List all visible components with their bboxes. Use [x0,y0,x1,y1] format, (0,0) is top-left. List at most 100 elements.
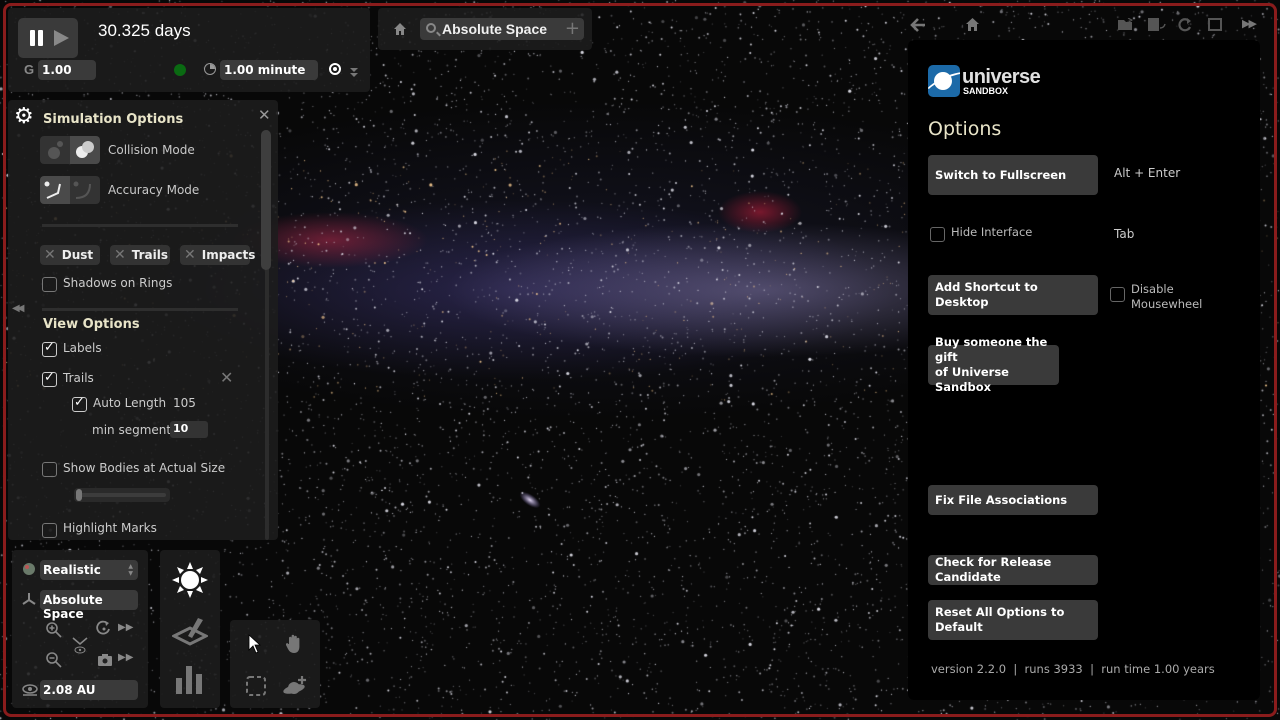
label-line: Disable [1131,282,1174,296]
fullscreen-button[interactable]: Switch to Fullscreen [928,155,1098,195]
save-icon[interactable] [1148,18,1166,32]
zoom-in-icon[interactable] [46,622,62,638]
disable-mousewheel-label: Disable Mousewheel [1131,282,1202,312]
x-icon: ✕ [114,247,126,263]
trails-toggle[interactable]: ✕ Trails [110,245,170,265]
section-divider [42,224,238,227]
universe-sandbox-logo: universe SANDBOX [928,65,1041,97]
hand-icon[interactable] [286,634,304,654]
close-icon[interactable]: ✕ [258,106,271,124]
hide-interface-shortcut: Tab [1114,227,1135,241]
rotate-camera-icon[interactable] [96,620,112,640]
planet-logo-icon [928,65,960,97]
auto-length-checkbox[interactable] [72,395,87,412]
separate-bodies-icon [48,141,63,159]
view-angle-icon[interactable] [72,636,88,656]
add-body-icon[interactable] [282,674,308,696]
smooth-path-icon [73,181,91,199]
disable-mousewheel-checkbox[interactable] [1110,287,1125,302]
accuracy-mode-toggle[interactable] [40,176,100,204]
search-value: Absolute Space [442,21,548,37]
collision-mode-label: Collision Mode [108,143,195,157]
fast-forward-icon[interactable]: ▶▶ [118,652,133,663]
hide-interface-checkbox[interactable] [930,227,945,242]
slider-thumb[interactable] [76,489,82,501]
simulation-options-panel: ⚙ Simulation Options ✕ Collision Mode Ac… [8,100,278,540]
pause-icon[interactable] [30,30,44,46]
add-icon[interactable]: + [565,19,580,39]
trails-checkbox[interactable] [42,370,57,387]
home-icon[interactable] [966,18,979,31]
trails-label: Trails [63,371,94,385]
simulation-options-title: Simulation Options [43,112,184,127]
x-icon: ✕ [184,247,196,263]
reset-options-button[interactable]: Reset All Options to Default [928,600,1098,640]
zoom-out-icon[interactable] [46,652,62,668]
check-release-candidate-button[interactable]: Check for Release Candidate [928,555,1098,585]
timestep-input[interactable]: 1.00 minute [220,60,318,80]
button-label: Buy someone the gift of Universe Sandbox [935,335,1052,395]
view-panel: Realistic ▲ ▼ Absolute Space ▶▶ ▶▶ 2.08 A… [12,550,148,708]
labels-checkbox[interactable] [42,340,57,357]
play-icon[interactable] [54,30,69,46]
shadows-on-rings-label: Shadows on Rings [63,276,173,290]
search-bar: Absolute Space + [378,8,592,50]
button-label: Check for Release Candidate [935,555,1052,584]
gravity-input[interactable]: 1.00 [38,60,96,80]
pointer-icon[interactable] [248,634,262,654]
clock-icon [204,63,216,75]
render-mode-select[interactable]: Realistic ▲ ▼ [40,560,138,580]
button-label: Switch to Fullscreen [935,167,1067,182]
add-shortcut-button[interactable]: Add Shortcut to Desktop [928,275,1098,315]
draw-icon[interactable] [172,614,208,648]
dust-toggle[interactable]: ✕ Dust [40,245,100,265]
select-box-icon[interactable] [246,676,266,696]
tool-panel [160,550,220,708]
distance-field[interactable]: 2.08 AU [40,680,138,700]
actual-size-checkbox[interactable] [42,462,57,477]
sun-icon[interactable] [170,560,210,600]
play-pause-control[interactable] [18,18,78,58]
scrollbar-thumb[interactable] [261,130,271,270]
shadows-on-rings-checkbox[interactable] [42,277,57,292]
restart-icon[interactable] [1178,18,1192,32]
highlight-marks-checkbox[interactable] [42,523,57,538]
impacts-toggle[interactable]: ✕ Impacts [180,245,255,265]
options-title: Options [928,118,1002,140]
collapse-panel-icon[interactable]: ◀◀ [12,303,25,314]
search-icon [426,23,436,33]
search-input[interactable]: Absolute Space + [420,18,584,40]
accuracy-fast-option[interactable] [40,176,70,204]
camera-icon[interactable] [98,654,112,666]
fast-forward-icon[interactable]: ▶▶ [1242,17,1257,30]
body-size-slider[interactable] [74,488,170,502]
collision-on-option[interactable] [70,136,100,164]
clear-trails-icon[interactable]: ✕ [220,368,233,387]
colliding-bodies-icon [76,141,94,158]
button-label: Reset All Options to Default [935,605,1065,634]
home-icon[interactable] [394,23,406,35]
button-label: Fix File Associations [935,492,1068,507]
updown-icon: ▲ ▼ [128,563,133,577]
fast-path-icon [44,181,61,199]
collision-off-option[interactable] [40,136,70,164]
render-mode-icon [23,563,35,575]
collision-mode-toggle[interactable] [40,136,100,164]
open-folder-icon[interactable] [1118,18,1134,31]
min-segments-input[interactable]: 10 [170,421,208,438]
label-line: Buy someone the gift [935,335,1048,364]
back-icon[interactable] [910,18,926,32]
fix-file-associations-button[interactable]: Fix File Associations [928,485,1098,515]
window-icon[interactable] [1208,18,1222,31]
fast-forward-icon[interactable]: ▶▶ [118,622,133,633]
chip-label: Impacts [201,248,256,262]
min-segments-label: min segments [92,423,178,437]
stats-icon[interactable] [176,664,204,694]
accuracy-precise-option[interactable] [70,176,100,204]
highlight-marks-label: Highlight Marks [63,521,157,535]
hide-interface-label: Hide Interface [951,225,1033,239]
gravity-label: G [24,62,35,77]
target-icon[interactable] [329,63,341,75]
reference-frame-field[interactable]: Absolute Space [40,590,138,621]
buy-gift-button[interactable]: Buy someone the gift of Universe Sandbox [928,335,1059,394]
